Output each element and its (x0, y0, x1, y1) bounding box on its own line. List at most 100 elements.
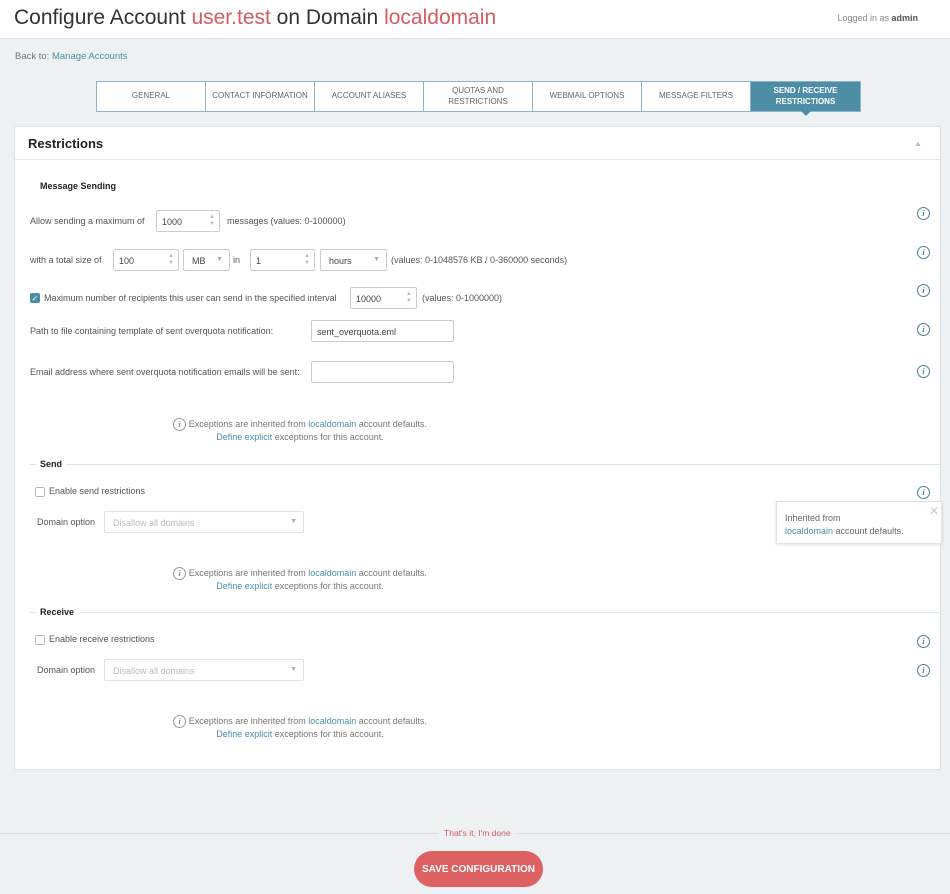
info-icon[interactable]: i (917, 664, 930, 677)
enable-receive-label: Enable receive restrictions (49, 634, 155, 644)
info-icon: i (173, 715, 187, 729)
interval-unit-select[interactable]: hours ▼ (320, 249, 387, 271)
top-bar: Configure Account user.test on Domain lo… (0, 0, 950, 39)
receive-domain-option-select[interactable]: Disallow all domains ▼ (104, 659, 304, 681)
spinner-arrows-icon[interactable]: ▲ ▼ (168, 253, 174, 267)
spinner-arrows-icon[interactable]: ▲ ▼ (406, 291, 412, 305)
send-domain-option-select[interactable]: Disallow all domains ▼ (104, 511, 304, 533)
size-unit-select[interactable]: MB ▼ (183, 249, 230, 271)
user-name[interactable]: admin (891, 13, 918, 23)
tab-message-filters[interactable]: Message Filters (642, 82, 751, 111)
note-text: account defaults. (356, 568, 427, 578)
title-text: Configure Account (14, 6, 192, 29)
manage-accounts-link[interactable]: Manage Accounts (52, 51, 128, 62)
spinner-arrows-icon[interactable]: ▲ ▼ (209, 214, 215, 228)
tooltip-text: Inherited from (785, 513, 841, 523)
chevron-down-icon: ▼ (290, 518, 297, 525)
note-text: Exceptions are inherited from (188, 568, 309, 578)
section-heading-send: Send (36, 459, 67, 469)
tab-general[interactable]: General (97, 82, 206, 111)
domain-defaults-link[interactable]: localdomain (308, 716, 356, 726)
enable-send-label: Enable send restrictions (49, 486, 146, 496)
domain-defaults-link[interactable]: localdomain (308, 419, 356, 429)
section-heading-receive: Receive (36, 607, 79, 617)
info-icon[interactable]: i (917, 207, 930, 220)
notification-email-input[interactable] (311, 361, 454, 383)
define-exceptions-link[interactable]: Define explicit (216, 581, 272, 591)
breadcrumb-prefix: Back to: (15, 51, 52, 62)
note-text: account defaults. (356, 716, 427, 726)
info-icon[interactable]: i (917, 486, 930, 499)
tab-webmail-options[interactable]: Webmail Options (533, 82, 642, 111)
section-heading-message-sending: Message Sending (40, 181, 117, 191)
max-recipients-input[interactable]: 10000 ▲ ▼ (350, 287, 417, 309)
size-unit-value: MB (192, 256, 206, 266)
save-configuration-button[interactable]: SAVE CONFIGURATION (414, 851, 543, 887)
panel-title: Restrictions (28, 136, 104, 151)
logged-in-status: Logged in as admin (837, 13, 918, 23)
enable-send-checkbox[interactable] (35, 487, 45, 497)
interval-input[interactable]: 1 ▲ ▼ (250, 249, 315, 271)
max-messages-hint: messages (values: 0-100000) (227, 216, 346, 226)
domain-defaults-link[interactable]: localdomain (308, 568, 356, 578)
divider (15, 159, 940, 160)
define-exceptions-link[interactable]: Define explicit (216, 729, 272, 739)
total-size-label: with a total size of (30, 255, 102, 265)
chevron-down-icon: ▼ (373, 256, 380, 263)
max-recipients-value: 10000 (356, 294, 382, 304)
info-icon[interactable]: i (917, 323, 930, 336)
info-icon: i (173, 418, 187, 432)
size-hint: (values: 0-1048576 KB / 0-360000 seconds… (391, 255, 568, 265)
receive-domain-option-value: Disallow all domains (113, 666, 195, 676)
max-messages-input[interactable]: 1000 ▲ ▼ (156, 210, 220, 232)
account-name: user.test (191, 6, 271, 29)
max-recipients-hint: (values: 0-1000000) (422, 293, 503, 303)
close-icon[interactable]: ✕ (929, 505, 939, 518)
exceptions-note: i Exceptions are inherited from localdom… (150, 567, 450, 593)
interval-unit-value: hours (329, 256, 352, 266)
tab-send-receive-restrictions[interactable]: Send / Receive Restrictions (751, 82, 860, 116)
note-text: Exceptions are inherited from (188, 716, 309, 726)
tooltip-text: account defaults. (833, 526, 904, 536)
in-label: in (233, 255, 241, 265)
chevron-down-icon: ▼ (216, 256, 223, 263)
enable-receive-checkbox[interactable] (35, 635, 45, 645)
note-text: account defaults. (356, 419, 427, 429)
note-text: exceptions for this account. (272, 432, 384, 443)
info-icon[interactable]: i (917, 635, 930, 648)
note-text: Exceptions are inherited from (188, 419, 309, 429)
exceptions-note: i Exceptions are inherited from localdom… (150, 418, 450, 444)
exceptions-note: i Exceptions are inherited from localdom… (150, 715, 450, 741)
inherited-tooltip: ✕ Inherited from localdomain account defa… (776, 501, 942, 544)
domain-name: localdomain (384, 6, 497, 29)
info-icon[interactable]: i (917, 284, 930, 297)
total-size-value: 100 (119, 256, 135, 266)
total-size-input[interactable]: 100 ▲ ▼ (113, 249, 179, 271)
define-exceptions-link[interactable]: Define explicit (216, 432, 272, 442)
chevron-down-icon: ▼ (290, 666, 297, 673)
divider (30, 464, 940, 465)
notification-email-label: Email address where sent overquota notif… (30, 367, 300, 377)
divider (30, 612, 940, 613)
template-path-input[interactable]: sent_overquota.eml (311, 320, 454, 342)
tab-account-aliases[interactable]: Account Aliases (315, 82, 424, 111)
spinner-arrows-icon[interactable]: ▲ ▼ (304, 253, 310, 267)
send-domain-option-value: Disallow all domains (113, 518, 195, 528)
tab-contact-information[interactable]: Contact Information (206, 82, 315, 111)
tab-bar: General Contact Information Account Alia… (96, 81, 861, 116)
triangle-up-icon[interactable]: ▲ (914, 139, 922, 148)
info-icon: i (173, 567, 187, 581)
breadcrumb: Back to: Manage Accounts (15, 51, 128, 62)
tab-quotas-restrictions[interactable]: Quotas and Restrictions (424, 82, 533, 111)
max-recipients-checkbox[interactable]: ✓ (30, 293, 40, 303)
info-icon[interactable]: i (917, 365, 930, 378)
template-path-label: Path to file containing template of sent… (30, 326, 274, 336)
logged-in-label: Logged in as (837, 13, 892, 23)
max-messages-label: Allow sending a maximum of (30, 216, 145, 226)
send-domain-option-label: Domain option (37, 517, 96, 527)
info-icon[interactable]: i (917, 246, 930, 259)
done-label: That's it, I'm done (438, 828, 517, 838)
receive-domain-option-label: Domain option (37, 665, 96, 675)
tooltip-domain-link[interactable]: localdomain (785, 526, 833, 536)
title-text: on Domain (270, 6, 385, 29)
